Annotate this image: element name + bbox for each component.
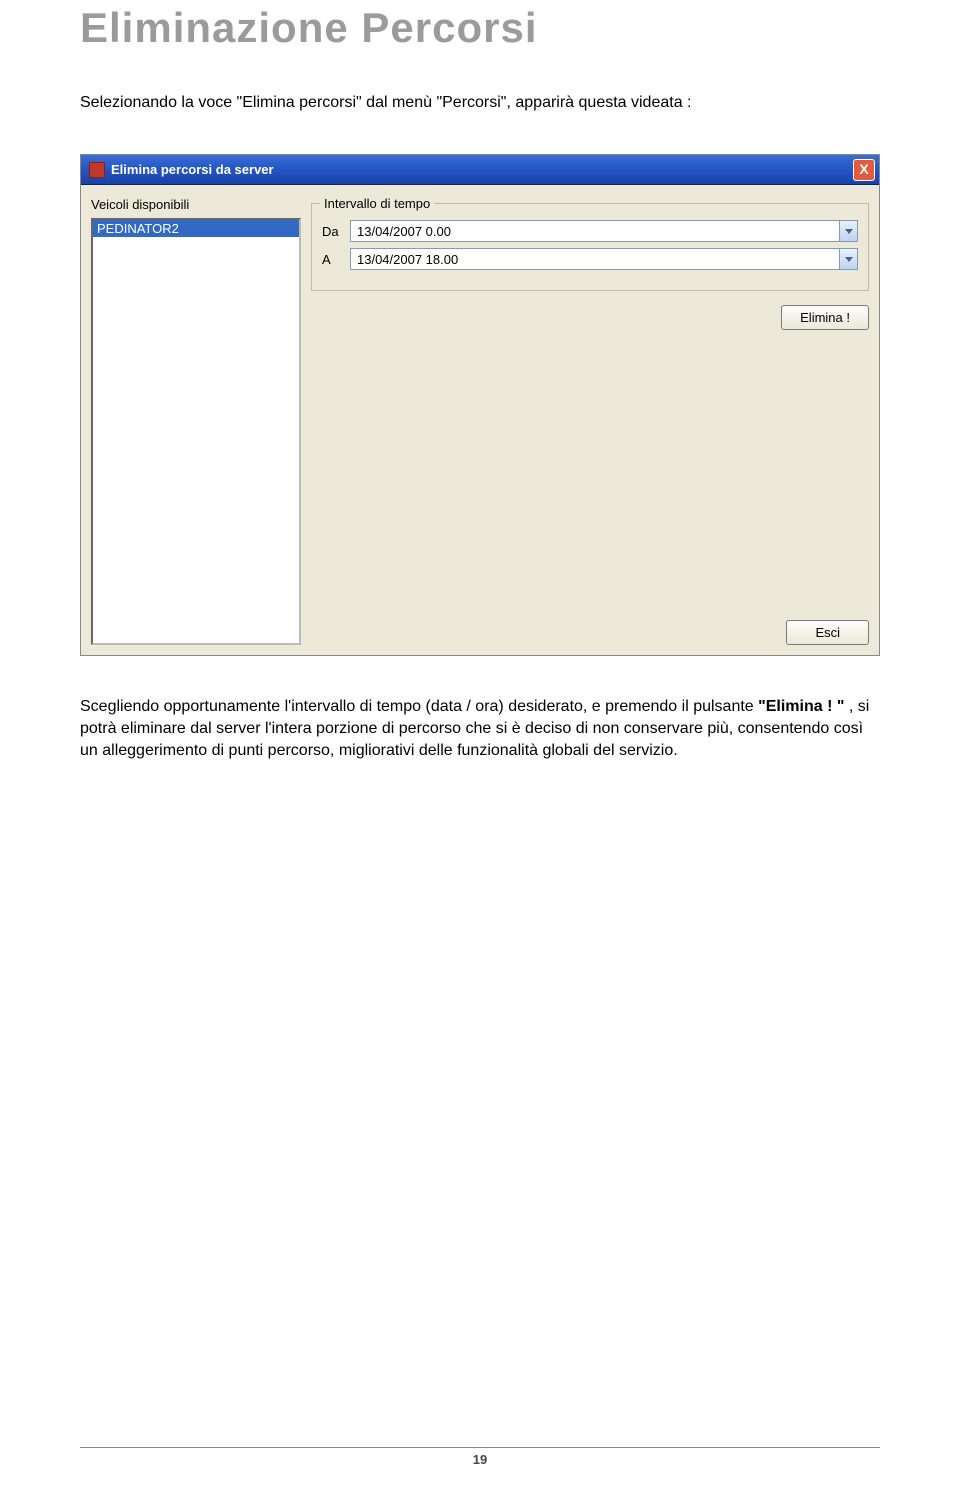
from-dropdown-button[interactable] <box>839 221 857 241</box>
to-label: A <box>322 252 350 267</box>
page-footer: 19 <box>80 1447 880 1467</box>
dialog-window: Elimina percorsi da server X Veicoli dis… <box>80 154 880 656</box>
from-combobox[interactable]: 13/04/2007 0.00 <box>350 220 858 242</box>
to-combobox[interactable]: 13/04/2007 18.00 <box>350 248 858 270</box>
from-label: Da <box>322 224 350 239</box>
titlebar-text: Elimina percorsi da server <box>111 162 853 177</box>
vehicles-label: Veicoli disponibili <box>91 197 301 212</box>
para-pre: Scegliendo opportunamente l'intervallo d… <box>80 698 758 715</box>
chevron-down-icon <box>845 229 853 234</box>
esci-button[interactable]: Esci <box>786 620 869 645</box>
para-bold: "Elimina ! " <box>758 698 844 715</box>
interval-legend: Intervallo di tempo <box>320 196 434 211</box>
close-button[interactable]: X <box>853 159 875 181</box>
intro-text: Selezionando la voce "Elimina percorsi" … <box>80 92 880 114</box>
interval-fieldset: Intervallo di tempo Da 13/04/2007 0.00 A… <box>311 203 869 291</box>
to-dropdown-button[interactable] <box>839 249 857 269</box>
vehicles-listbox[interactable]: PEDINATOR2 <box>91 218 301 645</box>
app-icon <box>89 162 105 178</box>
vehicle-item[interactable]: PEDINATOR2 <box>93 220 299 237</box>
chevron-down-icon <box>845 257 853 262</box>
titlebar: Elimina percorsi da server X <box>81 155 879 185</box>
description-paragraph: Scegliendo opportunamente l'intervallo d… <box>80 696 880 761</box>
dialog-body: Veicoli disponibili PEDINATOR2 Intervall… <box>81 185 879 655</box>
row-from: Da 13/04/2007 0.00 <box>322 220 858 242</box>
page-number: 19 <box>473 1452 487 1467</box>
interval-column: Intervallo di tempo Da 13/04/2007 0.00 A… <box>311 197 869 645</box>
vehicles-column: Veicoli disponibili PEDINATOR2 <box>91 197 301 645</box>
from-value: 13/04/2007 0.00 <box>351 224 839 239</box>
elimina-button[interactable]: Elimina ! <box>781 305 869 330</box>
row-to: A 13/04/2007 18.00 <box>322 248 858 270</box>
to-value: 13/04/2007 18.00 <box>351 252 839 267</box>
page-title: Eliminazione Percorsi <box>80 4 880 52</box>
